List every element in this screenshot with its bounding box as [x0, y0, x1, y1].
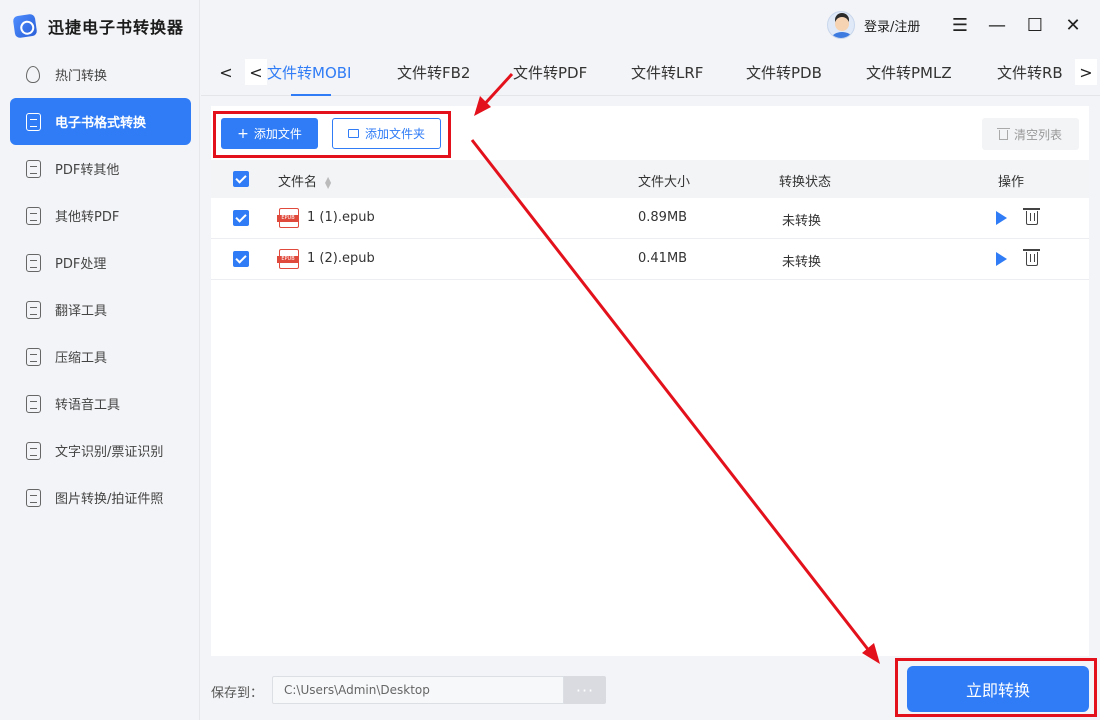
column-header-status: 转换状态 — [779, 175, 832, 190]
ebook-convert-icon — [23, 112, 43, 132]
compress-icon — [23, 347, 43, 367]
column-header-size: 文件大小 — [638, 175, 691, 190]
app-logo: 迅捷电子书转换器 — [12, 12, 185, 40]
play-icon[interactable] — [996, 252, 1007, 266]
clear-list-button[interactable]: 清空列表 — [982, 118, 1079, 150]
trash-icon — [996, 128, 1010, 140]
app-logo-icon — [12, 13, 38, 39]
audio-icon — [23, 394, 43, 414]
row-checkbox[interactable] — [233, 251, 249, 267]
file-panel: + 添加文件 添加文件夹 清空列表 文件名 ▲ ▼ 文件大小 转换状态 操作 EPU… — [211, 106, 1089, 656]
sidebar-item-translate[interactable]: 翻译工具 — [10, 286, 191, 333]
sidebar-nav: 热门转换 电子书格式转换 PDF转其他 其他转PDF PDF处理 翻译工具 压缩… — [10, 51, 191, 521]
column-header-name-label: 文件名 — [278, 175, 318, 190]
maximize-icon[interactable]: ☐ — [1023, 13, 1047, 37]
file-size: 0.89MB — [638, 210, 688, 225]
format-tabs: < < 文件转MOBI 文件转FB2 文件转PDF 文件转LRF 文件转PDB … — [201, 50, 1100, 96]
login-label: 登录/注册 — [864, 19, 921, 35]
file-name: 1 (1).epub — [307, 210, 375, 225]
pdf-import-icon — [23, 206, 43, 226]
login-button[interactable]: 登录/注册 — [827, 11, 920, 39]
tabs-next-icon[interactable]: > — [1075, 59, 1097, 85]
ocr-icon — [23, 441, 43, 461]
sidebar-item-compress[interactable]: 压缩工具 — [10, 333, 191, 380]
tab-mobi[interactable]: 文件转MOBI — [267, 62, 351, 83]
table-row: EPUB 1 (2).epub 0.41MB 未转换 — [211, 239, 1089, 280]
sidebar-item-pdf-process[interactable]: PDF处理 — [10, 239, 191, 286]
image-icon — [23, 488, 43, 508]
menu-icon[interactable]: ☰ — [948, 13, 972, 37]
annotation-highlight-convert-button — [895, 658, 1097, 717]
column-header-name[interactable]: 文件名 ▲ ▼ — [278, 171, 331, 190]
table-header: 文件名 ▲ ▼ 文件大小 转换状态 操作 — [211, 160, 1089, 198]
epub-file-icon: EPUB — [277, 208, 299, 228]
tabs-back-icon[interactable]: < — [215, 59, 237, 85]
sidebar-item-ocr[interactable]: 文字识别/票证识别 — [10, 427, 191, 474]
tab-pdf[interactable]: 文件转PDF — [513, 62, 587, 83]
sidebar-item-label: 其他转PDF — [55, 210, 120, 225]
clear-list-label: 清空列表 — [1013, 127, 1062, 142]
close-icon[interactable]: ✕ — [1061, 13, 1085, 37]
file-name: 1 (2).epub — [307, 251, 375, 266]
tab-pmlz[interactable]: 文件转PMLZ — [866, 62, 952, 83]
sidebar: 迅捷电子书转换器 热门转换 电子书格式转换 PDF转其他 其他转PDF PDF处… — [0, 0, 200, 720]
pdf-edit-icon — [23, 253, 43, 273]
sidebar-item-audio[interactable]: 转语音工具 — [10, 380, 191, 427]
column-header-action: 操作 — [998, 175, 1025, 190]
sidebar-item-ebook-convert[interactable]: 电子书格式转换 — [10, 98, 191, 145]
active-tab-indicator — [291, 94, 331, 96]
sidebar-item-hot[interactable]: 热门转换 — [10, 51, 191, 98]
sidebar-item-label: 文字识别/票证识别 — [55, 445, 164, 460]
convert-status: 未转换 — [782, 255, 822, 270]
tab-pdb[interactable]: 文件转PDB — [746, 62, 822, 83]
sidebar-item-pdf-to-other[interactable]: PDF转其他 — [10, 145, 191, 192]
convert-status: 未转换 — [782, 214, 822, 229]
sidebar-item-label: 转语音工具 — [55, 398, 121, 413]
tabs-prev-icon[interactable]: < — [245, 59, 267, 85]
epub-file-icon: EPUB — [277, 249, 299, 269]
tab-rb[interactable]: 文件转RB — [997, 62, 1063, 83]
translate-icon — [23, 300, 43, 320]
sidebar-item-label: 翻译工具 — [55, 304, 108, 319]
minimize-icon[interactable]: — — [985, 13, 1009, 37]
save-path-field[interactable]: C:\Users\Admin\Desktop — [272, 676, 564, 704]
play-icon[interactable] — [996, 211, 1007, 225]
table-row: EPUB 1 (1).epub 0.89MB 未转换 — [211, 198, 1089, 239]
sidebar-item-label: PDF处理 — [55, 257, 107, 272]
delete-icon[interactable] — [1023, 249, 1040, 266]
tab-fb2[interactable]: 文件转FB2 — [397, 62, 470, 83]
title-bar: 登录/注册 ☰ — ☐ ✕ — [201, 0, 1100, 50]
sidebar-item-label: 压缩工具 — [55, 351, 108, 366]
pdf-export-icon — [23, 159, 43, 179]
browse-button[interactable]: ··· — [564, 676, 606, 704]
sort-icon[interactable]: ▲ ▼ — [325, 175, 331, 189]
sidebar-item-label: 图片转换/拍证件照 — [55, 492, 164, 507]
flame-icon — [23, 65, 43, 85]
select-all-checkbox[interactable] — [233, 171, 249, 187]
sidebar-item-label: 电子书格式转换 — [55, 116, 147, 131]
sidebar-item-image[interactable]: 图片转换/拍证件照 — [10, 474, 191, 521]
tab-lrf[interactable]: 文件转LRF — [631, 62, 703, 83]
annotation-highlight-add-buttons — [213, 111, 451, 158]
sidebar-item-other-to-pdf[interactable]: 其他转PDF — [10, 192, 191, 239]
row-checkbox[interactable] — [233, 210, 249, 226]
sidebar-item-label: 热门转换 — [55, 69, 108, 84]
file-size: 0.41MB — [638, 251, 688, 266]
delete-icon[interactable] — [1023, 208, 1040, 225]
save-to-label: 保存到： — [211, 686, 264, 701]
sidebar-item-label: PDF转其他 — [55, 163, 120, 178]
app-title: 迅捷电子书转换器 — [48, 18, 185, 37]
avatar — [827, 11, 855, 39]
